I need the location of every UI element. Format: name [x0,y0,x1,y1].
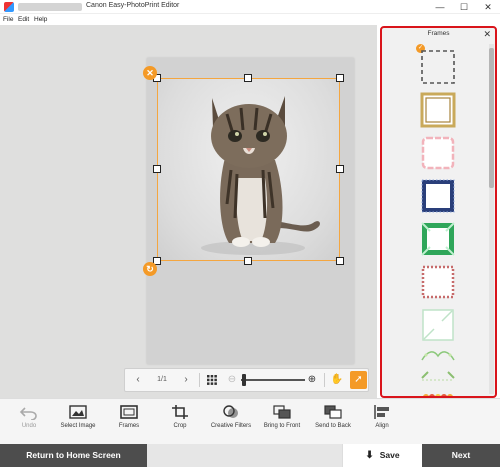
frame-leaf-corner[interactable] [420,368,456,384]
undo-icon [19,407,37,420]
view-toolbar: ‹ 1/1 › ⊖ ⊕ ✋ ➚ [124,368,369,392]
frames-icon [120,405,138,419]
grid-view-icon[interactable] [203,369,221,391]
select-image-label: Select Image [60,423,96,429]
frames-label: Frames [118,423,140,429]
maximize-button[interactable]: ☐ [452,0,476,14]
menu-edit[interactable]: Edit [18,16,29,23]
divider [324,373,325,387]
app-logo-icon [4,2,14,12]
next-page-icon[interactable]: › [177,369,195,391]
resize-handle-right[interactable] [336,165,344,173]
frames-panel: Frames ✕ ✓ [380,26,497,398]
align-icon [374,405,389,419]
page-indicator: 1/1 [157,376,167,383]
crop-label: Crop [173,423,187,429]
frame-mint-corner[interactable] [420,307,456,343]
redacted-document-name [18,3,82,11]
bring-to-front-label: Bring to Front [263,423,301,429]
panel-close-icon[interactable]: ✕ [483,29,491,40]
close-window-button[interactable]: ✕ [476,0,500,14]
creative-filters-icon [223,405,238,418]
edit-toolbar: Undo Select Image Frames Crop Creative F… [0,398,500,444]
save-button[interactable]: ⬇ Save [342,444,422,467]
frame-blue-beaded[interactable] [420,178,456,214]
panel-scrollbar-thumb[interactable] [489,48,494,188]
frame-floral-garland[interactable] [420,388,456,396]
zoom-out-icon[interactable]: ⊖ [225,369,239,391]
resize-handle-bottom-right[interactable] [336,257,344,265]
menu-bar: File Edit Help [0,14,500,25]
send-to-back-icon [324,405,342,419]
next-button[interactable]: Next [422,444,500,467]
align-button[interactable]: Align [353,402,411,442]
resize-handle-top-right[interactable] [336,74,344,82]
resize-handle-bottom[interactable] [244,257,252,265]
divider [199,373,200,387]
window-title: Canon Easy-PhotoPrint Editor [86,2,180,9]
resize-handle-left[interactable] [153,165,161,173]
frame-green-vine[interactable] [420,346,456,364]
creative-filters-label: Creative Filters [210,423,252,429]
zoom-slider-knob[interactable] [242,374,247,386]
print-page[interactable]: ✕ ↻ [143,58,354,364]
return-home-button[interactable]: Return to Home Screen [0,444,147,467]
save-icon: ⬇ [365,450,374,461]
minimize-button[interactable]: — [428,0,452,14]
zoom-slider[interactable] [241,379,305,381]
save-label: Save [379,450,400,460]
frame-red-dotted[interactable] [420,264,456,300]
delete-image-icon[interactable]: ✕ [143,66,157,80]
select-image-button[interactable]: Select Image [49,402,107,442]
menu-file[interactable]: File [3,16,13,23]
crop-button[interactable]: Crop [151,402,209,442]
title-bar: Canon Easy-PhotoPrint Editor — ☐ ✕ [0,0,500,14]
selection-frame [157,78,340,261]
frame-green-geometric[interactable] [420,221,456,257]
frame-dashed[interactable] [420,49,456,85]
frames-button[interactable]: Frames [100,402,158,442]
action-bar: Return to Home Screen ⬇ Save Next [0,444,500,467]
editor-canvas: ✕ ↻ ‹ 1/1 › ⊖ ⊕ ✋ ➚ [0,25,377,398]
creative-filters-button[interactable]: Creative Filters [202,402,260,442]
prev-page-icon[interactable]: ‹ [129,369,147,391]
select-image-icon [69,405,87,419]
crop-icon [172,405,188,419]
frame-pink-floral[interactable] [420,135,456,171]
pointer-tool-icon[interactable]: ➚ [350,371,367,389]
rotate-image-icon[interactable]: ↻ [143,262,157,276]
zoom-in-icon[interactable]: ⊕ [305,369,319,391]
bring-to-front-icon [273,405,291,419]
resize-handle-top[interactable] [244,74,252,82]
hand-tool-icon[interactable]: ✋ [328,369,346,391]
panel-title: Frames [427,30,450,37]
frame-gold-ornate[interactable] [420,92,456,128]
align-label: Align [375,423,389,429]
menu-help[interactable]: Help [34,16,47,23]
bring-to-front-button[interactable]: Bring to Front [253,402,311,442]
